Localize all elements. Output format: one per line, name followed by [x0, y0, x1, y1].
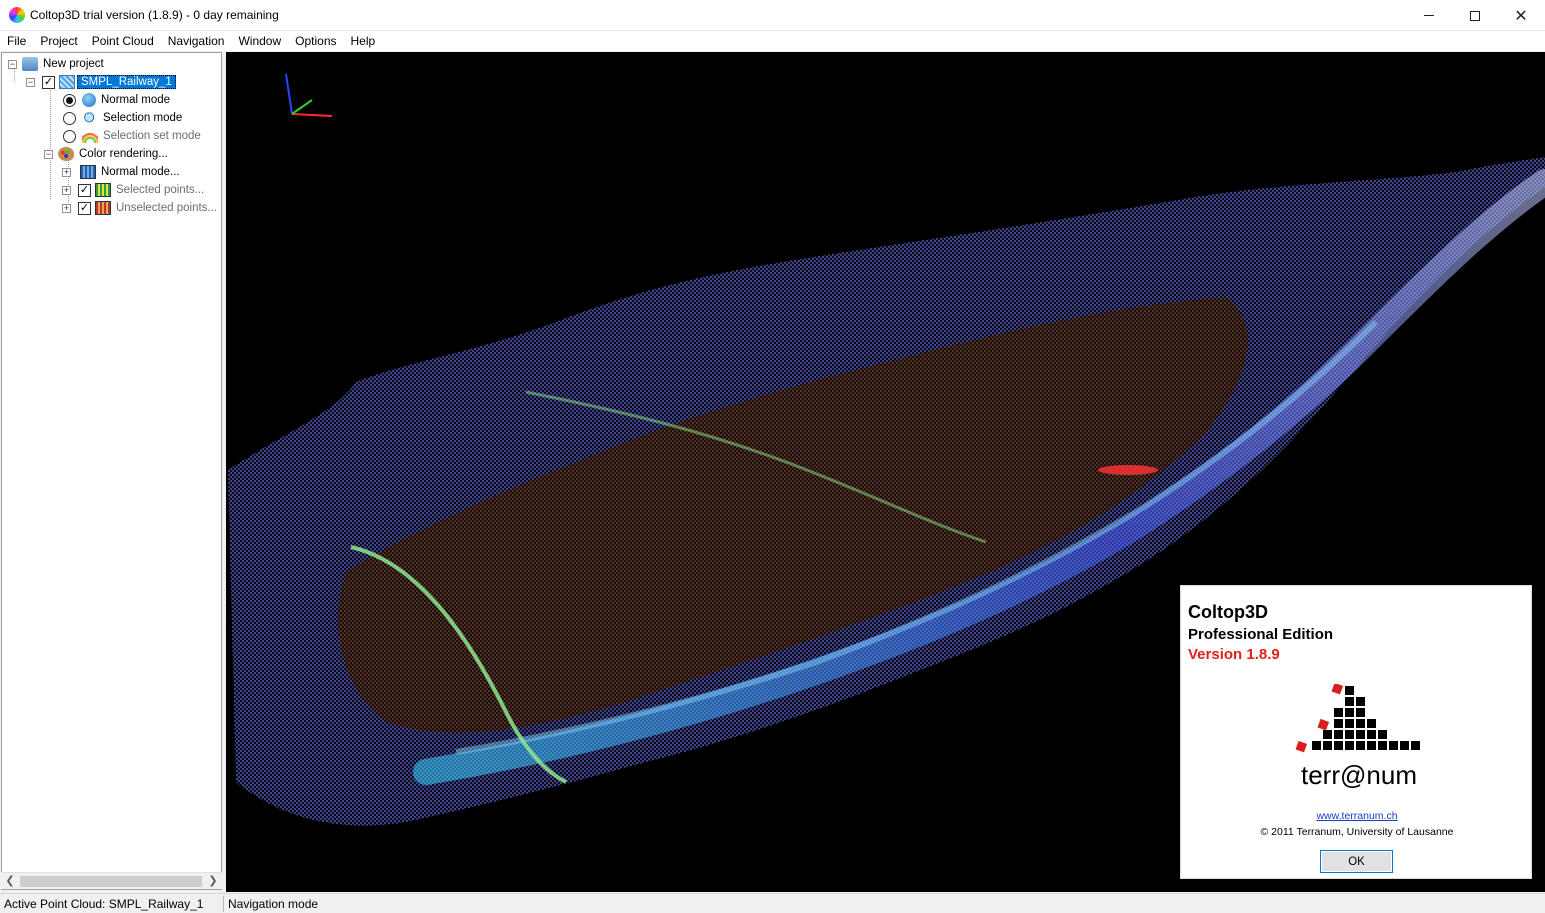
scroll-right-icon[interactable]: ❯ [206, 874, 220, 888]
collapse-icon[interactable]: − [8, 59, 17, 69]
selection-set-mode-radio[interactable] [63, 129, 76, 143]
menu-bar: File Project Point Cloud Navigation Wind… [0, 31, 1545, 51]
collapse-icon[interactable]: − [26, 77, 35, 87]
tree-item-label: SMPL_Railway_1 [77, 75, 176, 89]
title-bar: Coltop3D trial version (1.8.9) - 0 day r… [0, 0, 1545, 31]
minimize-button[interactable] [1406, 0, 1452, 31]
palette-icon [58, 147, 74, 161]
project-folder-icon [22, 57, 38, 71]
window-title: Coltop3D trial version (1.8.9) - 0 day r… [30, 8, 279, 22]
point-cloud-icon [59, 75, 75, 89]
color-grid-icon [80, 165, 96, 179]
menu-file[interactable]: File [0, 31, 33, 51]
expand-icon[interactable]: + [62, 203, 71, 213]
tree-item-label: Selected points... [116, 184, 205, 196]
minimize-icon [1424, 15, 1434, 16]
selected-points-checkbox[interactable]: ✓ [78, 183, 91, 197]
tree-item-point-cloud[interactable]: − ✓ SMPL_Railway_1 [26, 73, 176, 91]
tree-item-normal-mode[interactable]: Normal mode [63, 91, 170, 109]
logo-text: terr@num [1301, 760, 1417, 790]
collapse-icon[interactable]: − [44, 149, 53, 159]
menu-navigation[interactable]: Navigation [161, 31, 232, 51]
menu-options[interactable]: Options [288, 31, 343, 51]
scroll-left-icon[interactable]: ❮ [3, 874, 17, 888]
menu-window[interactable]: Window [231, 31, 288, 51]
check-icon: ✓ [43, 75, 54, 88]
expand-icon[interactable]: + [62, 167, 71, 177]
active-cloud-status: Active Point Cloud: SMPL_Railway_1 [4, 897, 204, 911]
unselected-points-checkbox[interactable]: ✓ [78, 201, 91, 215]
scrollbar-thumb[interactable] [20, 876, 202, 887]
magnifier-icon [82, 111, 98, 125]
project-tree[interactable]: − New project − ✓ SMPL_Railway_1 Normal … [1, 52, 222, 890]
x-axis [291, 113, 333, 117]
y-axis [291, 99, 313, 115]
tree-item-label: Selection mode [103, 112, 183, 124]
status-separator [223, 896, 224, 912]
tree-item-label: Color rendering... [79, 148, 168, 160]
about-edition: Professional Edition [1188, 626, 1334, 643]
expand-icon[interactable]: + [62, 185, 71, 195]
about-title: Coltop3D [1188, 602, 1268, 622]
tree-item-label: Unselected points... [116, 202, 218, 214]
about-dialog: Coltop3D Professional Edition Version 1.… [1180, 585, 1532, 879]
tree-line [50, 87, 51, 199]
tree-item-label: Normal mode... [101, 166, 180, 178]
color-grid-icon [95, 183, 111, 197]
normal-mode-radio[interactable] [63, 93, 76, 107]
maximize-button[interactable] [1452, 0, 1498, 31]
tree-item-project[interactable]: − New project [8, 55, 104, 73]
tree-item-selected-points[interactable]: + ✓ Selected points... [62, 181, 204, 199]
menu-help[interactable]: Help [344, 31, 383, 51]
tree-item-selection-mode[interactable]: Selection mode [63, 109, 182, 127]
radio-selected-icon [66, 96, 73, 104]
tree-item-selection-set-mode[interactable]: Selection set mode [63, 127, 201, 145]
app-icon [9, 7, 25, 23]
tree-item-normal-mode-colors[interactable]: + Normal mode... [62, 163, 180, 181]
rainbow-icon [82, 129, 98, 143]
terranum-logo: terr@num [1295, 684, 1420, 790]
tree-item-label: New project [43, 58, 104, 70]
close-icon: ✕ [1514, 7, 1528, 25]
ok-button[interactable]: OK [1320, 850, 1393, 873]
red-object [1098, 465, 1158, 475]
tree-item-unselected-points[interactable]: + ✓ Unselected points... [62, 199, 217, 217]
close-button[interactable]: ✕ [1498, 0, 1544, 31]
about-version: Version 1.8.9 [1188, 646, 1280, 663]
copyright-text: © 2011 Terranum, University of Lausanne [1260, 826, 1454, 838]
tree-item-label: Normal mode [101, 94, 171, 106]
navigation-mode-status: Navigation mode [228, 897, 319, 911]
globe-icon [82, 93, 96, 107]
selection-mode-radio[interactable] [63, 111, 76, 125]
maximize-icon [1470, 10, 1480, 21]
tree-item-label: Selection set mode [103, 130, 201, 142]
status-bar: Active Point Cloud: SMPL_Railway_1 Navig… [0, 893, 1545, 913]
website-link[interactable]: www.terranum.ch [1181, 810, 1533, 822]
cloud-visible-checkbox[interactable]: ✓ [42, 75, 55, 89]
menu-point-cloud[interactable]: Point Cloud [85, 31, 161, 51]
color-grid-icon [95, 201, 111, 215]
check-icon: ✓ [79, 201, 90, 214]
menu-project[interactable]: Project [33, 31, 84, 51]
check-icon: ✓ [79, 183, 90, 196]
z-axis [285, 73, 293, 115]
tree-horizontal-scrollbar[interactable]: ❮ ❯ [1, 872, 222, 889]
tree-item-color-rendering[interactable]: − Color rendering... [44, 145, 168, 163]
